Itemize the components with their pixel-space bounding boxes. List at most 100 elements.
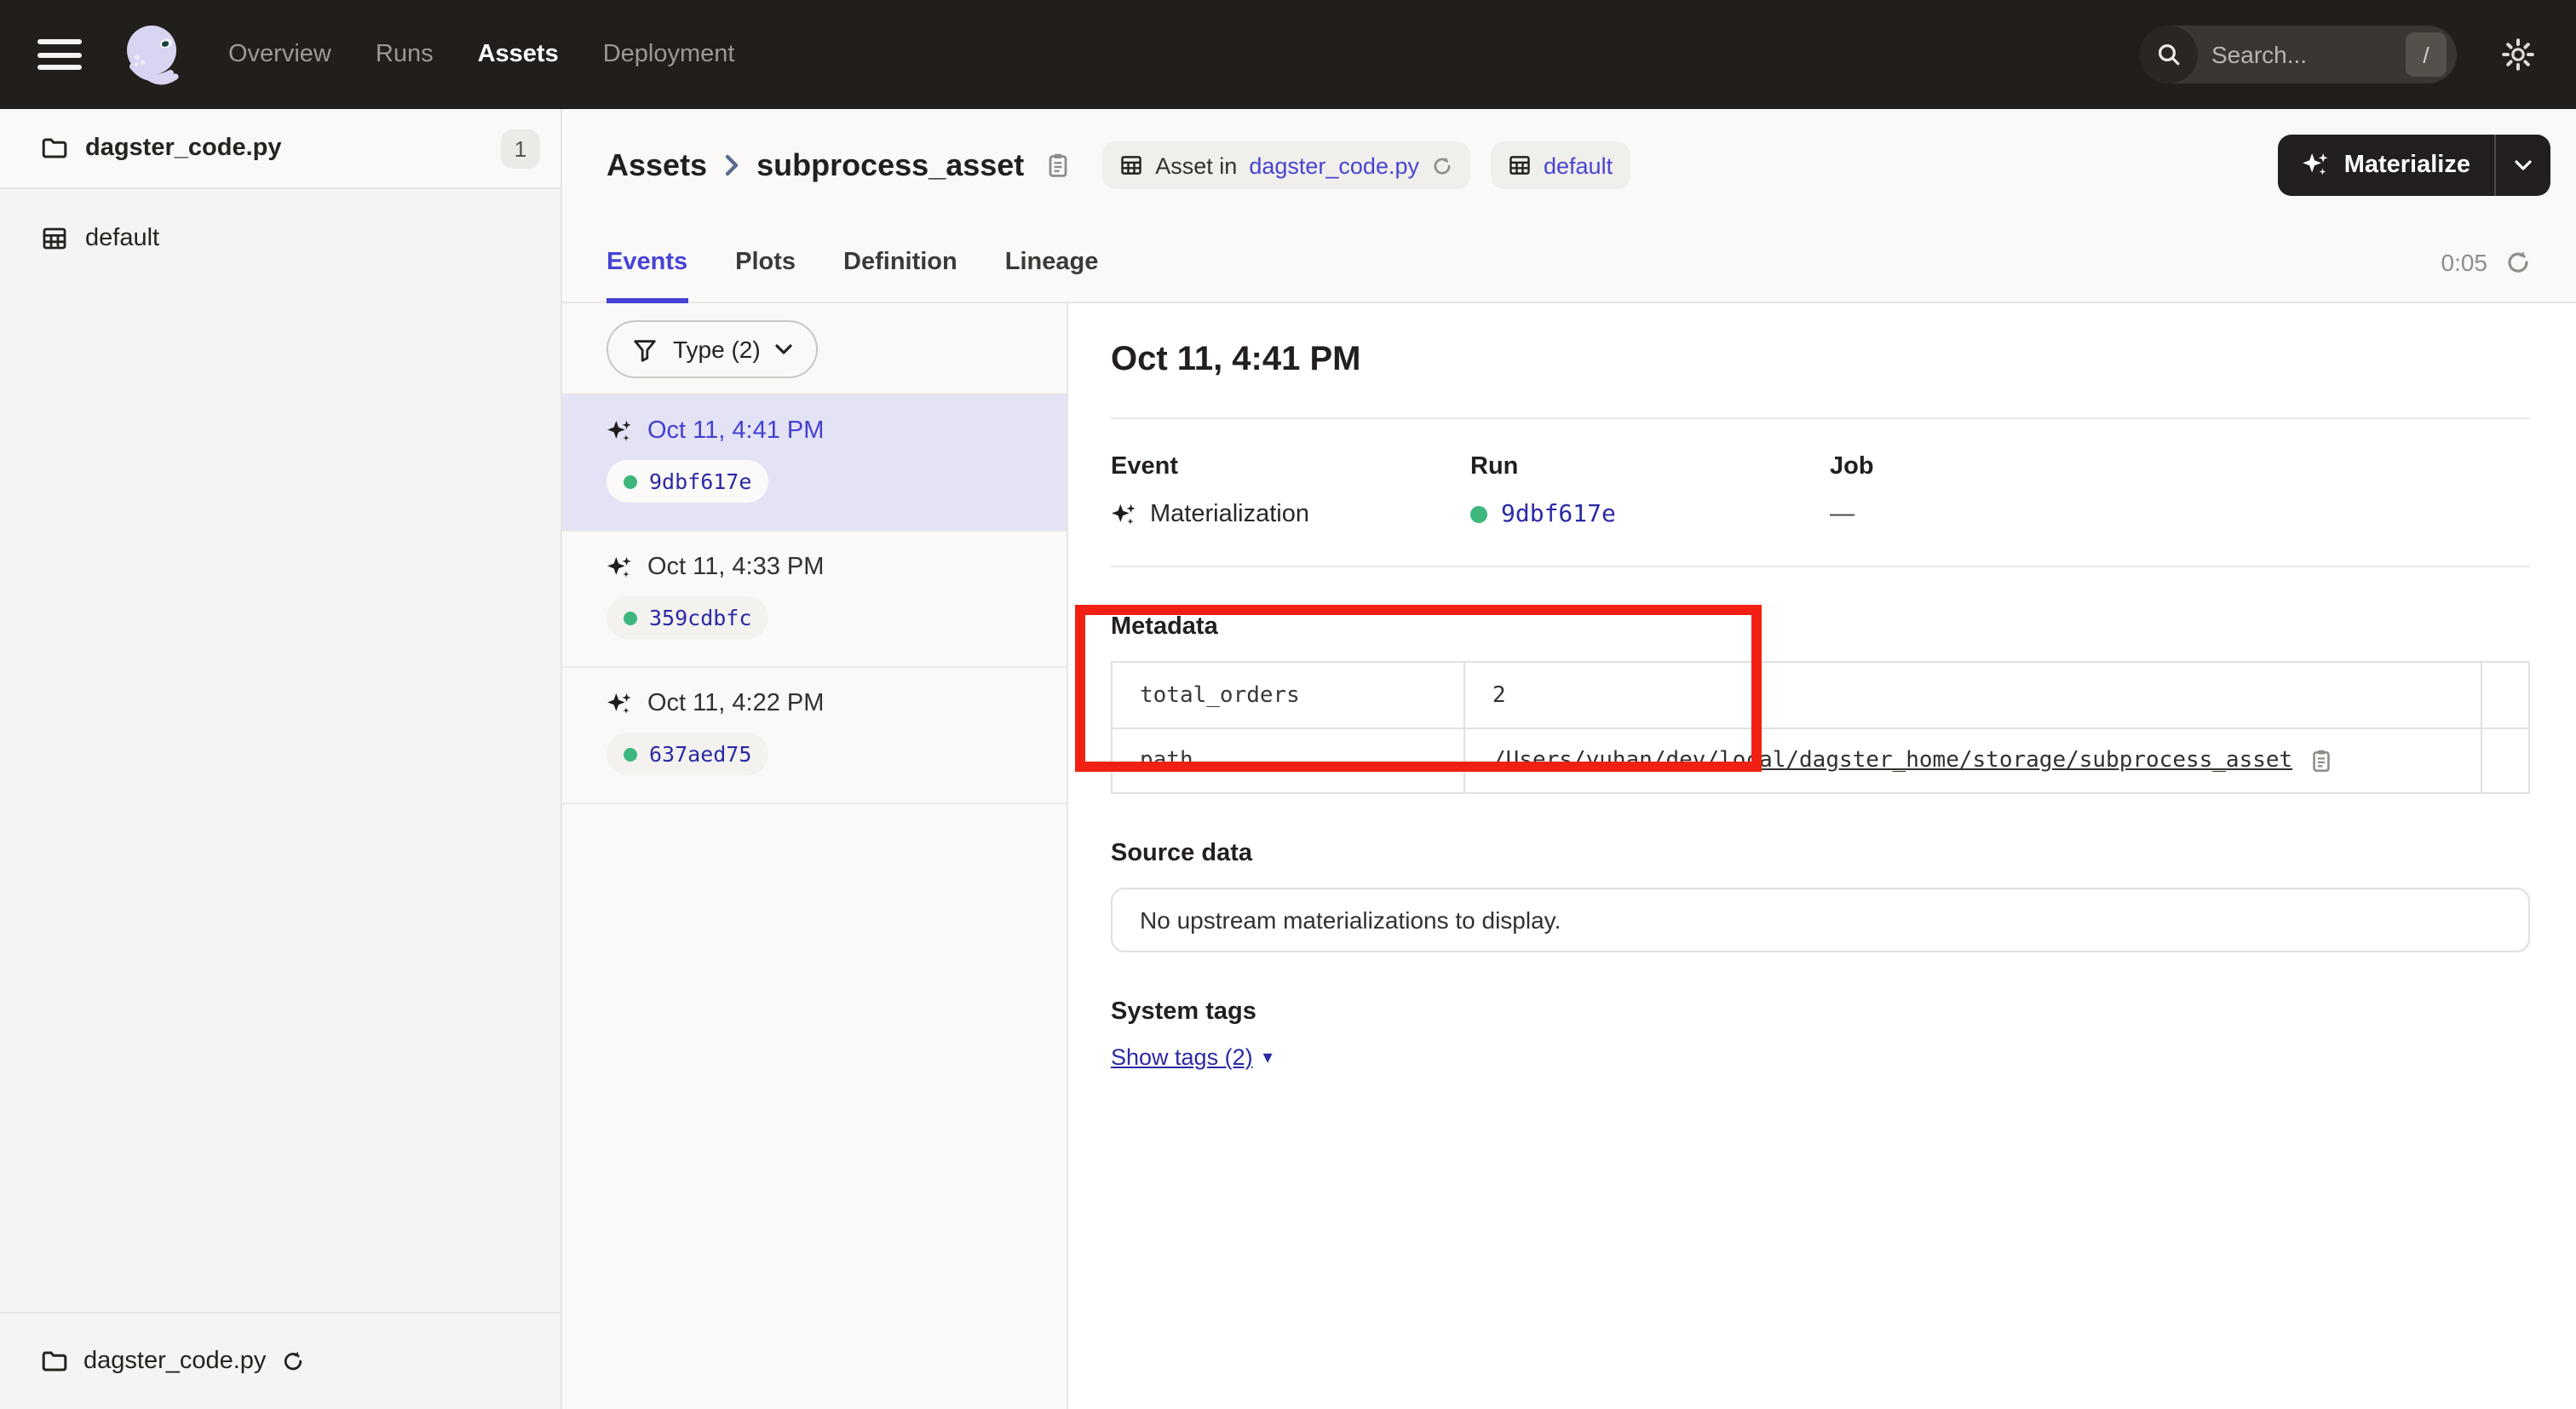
breadcrumb: Assets subprocess_asset <box>607 147 1072 183</box>
metadata-value: 2 <box>1465 663 2481 728</box>
tabs-bar: Events Plots Definition Lineage 0:05 <box>562 221 2576 303</box>
tag-prefix: Asset in <box>1155 152 1237 178</box>
event-detail-panel: Oct 11, 4:41 PM Event Materialization Ru… <box>1068 303 2576 1409</box>
source-data-empty-message: No upstream materializations to display. <box>1140 906 1561 934</box>
sidebar-footer-label: dagster_code.py <box>83 1348 266 1375</box>
run-id-link[interactable]: 9dbf617e <box>649 469 751 494</box>
caret-down-icon <box>2515 160 2532 170</box>
metadata-value: /Users/yuhan/dev/local/dagster_home/stor… <box>1465 729 2481 792</box>
type-filter-button[interactable]: Type (2) <box>607 320 819 378</box>
tab-definition[interactable]: Definition <box>843 221 957 302</box>
metadata-key: total_orders <box>1113 663 1465 728</box>
materialize-label: Materialize <box>2344 152 2470 179</box>
asset-tags: Asset in dagster_code.py default <box>1102 141 1630 189</box>
materialization-sparkle-icon <box>607 555 632 580</box>
chevron-down-icon <box>776 344 793 354</box>
event-row[interactable]: Oct 11, 4:33 PM 359cdbfc <box>562 532 1067 668</box>
sidebar-item-label: dagster_code.py <box>85 135 282 162</box>
event-summary-columns: Event Materialization Run 9dbf617e <box>1111 453 2530 528</box>
sparkle-icon <box>2302 152 2329 179</box>
asset-group-link[interactable]: default <box>1544 152 1613 178</box>
top-nav-right: Search... / <box>2140 26 2535 83</box>
divider <box>1111 566 2530 567</box>
refresh-icon[interactable] <box>2504 248 2532 275</box>
grid-icon <box>1508 153 1532 177</box>
metadata-heading: Metadata <box>1111 613 2530 641</box>
asset-header: Assets subprocess_asset Asset in dagster… <box>562 109 2576 221</box>
events-list: Type (2) Oct 11, 4:41 PM 9dbf617e <box>562 303 1068 1409</box>
materialization-sparkle-icon <box>607 691 632 716</box>
run-id-badge[interactable]: 9dbf617e <box>607 460 768 503</box>
folder-icon <box>41 1348 68 1375</box>
settings-gear-icon[interactable] <box>2501 37 2535 72</box>
show-tags-link[interactable]: Show tags (2) ▾ <box>1111 1044 1273 1070</box>
copy-asset-name-icon[interactable] <box>1044 152 1072 179</box>
breadcrumb-chevron-icon <box>724 153 739 177</box>
code-location-link[interactable]: dagster_code.py <box>1249 152 1419 178</box>
metadata-extra-cell <box>2481 663 2528 728</box>
nav-link-runs[interactable]: Runs <box>376 41 434 68</box>
filter-bar: Type (2) <box>562 303 1067 395</box>
tab-lineage[interactable]: Lineage <box>1005 221 1099 302</box>
run-status-dot <box>624 611 637 624</box>
event-row[interactable]: Oct 11, 4:22 PM 637aed75 <box>562 668 1067 804</box>
system-tags-heading: System tags <box>1111 998 2530 1026</box>
source-data-box: No upstream materializations to display. <box>1111 888 2530 952</box>
sidebar-item-default[interactable]: default <box>0 204 561 273</box>
dagster-logo[interactable] <box>119 20 187 89</box>
nav-link-assets[interactable]: Assets <box>478 41 559 68</box>
item-count-badge: 1 <box>501 129 540 168</box>
run-label: Run <box>1470 453 1830 480</box>
asset-group-tag: default <box>1491 141 1630 189</box>
tab-plots[interactable]: Plots <box>735 221 796 302</box>
event-time-link[interactable]: Oct 11, 4:33 PM <box>647 554 824 581</box>
metadata-extra-cell <box>2481 729 2528 792</box>
sidebar-footer-item[interactable]: dagster_code.py <box>0 1312 561 1409</box>
grid-icon <box>1119 153 1143 177</box>
metadata-key: path <box>1113 729 1465 792</box>
search-shortcut-badge: / <box>2406 32 2447 77</box>
run-id-link[interactable]: 637aed75 <box>649 741 751 767</box>
materialization-sparkle-icon <box>1111 502 1136 527</box>
materialize-caret-button[interactable] <box>2496 135 2550 196</box>
event-time-link[interactable]: Oct 11, 4:22 PM <box>647 690 824 717</box>
job-label: Job <box>1830 453 2189 480</box>
event-row[interactable]: Oct 11, 4:41 PM 9dbf617e <box>562 395 1067 532</box>
search-placeholder: Search... <box>2211 41 2406 68</box>
hamburger-menu-icon[interactable] <box>37 39 82 70</box>
search-input[interactable]: Search... / <box>2140 26 2457 83</box>
primary-nav: Overview Runs Assets Deployment <box>228 41 734 68</box>
run-id-link[interactable]: 359cdbfc <box>649 605 751 630</box>
reload-icon[interactable] <box>1431 154 1453 176</box>
run-status-dot <box>624 747 637 761</box>
path-link[interactable]: /Users/yuhan/dev/local/dagster_home/stor… <box>1492 748 2292 774</box>
materialize-button[interactable]: Materialize <box>2278 135 2494 196</box>
search-icon <box>2140 26 2198 83</box>
materialize-split-button: Materialize <box>2278 135 2550 196</box>
metadata-row: total_orders 2 <box>1113 663 2528 728</box>
nav-link-deployment[interactable]: Deployment <box>603 41 735 68</box>
run-id-badge[interactable]: 637aed75 <box>607 733 768 775</box>
run-id-link[interactable]: 9dbf617e <box>1501 501 1616 528</box>
sidebar-group-label: default <box>85 225 159 252</box>
metadata-row: path /Users/yuhan/dev/local/dagster_home… <box>1113 728 2528 792</box>
event-type-value: Materialization <box>1150 501 1309 528</box>
nav-link-overview[interactable]: Overview <box>228 41 331 68</box>
event-time-link[interactable]: Oct 11, 4:41 PM <box>647 417 824 445</box>
tab-events[interactable]: Events <box>607 221 687 302</box>
show-tags-label: Show tags (2) <box>1111 1044 1253 1070</box>
sidebar: dagster_code.py 1 default dagster_code.p… <box>0 109 562 1409</box>
copy-path-icon[interactable] <box>2308 748 2333 774</box>
run-id-badge[interactable]: 359cdbfc <box>607 596 768 639</box>
run-status-dot <box>1470 506 1487 523</box>
breadcrumb-assets-link[interactable]: Assets <box>607 147 707 183</box>
reload-icon[interactable] <box>281 1349 305 1373</box>
run-column: Run 9dbf617e <box>1470 453 1830 528</box>
sidebar-item-dagster-code[interactable]: dagster_code.py 1 <box>0 109 561 189</box>
asset-group-icon <box>41 225 68 252</box>
folder-icon <box>41 135 68 162</box>
source-data-heading: Source data <box>1111 840 2530 867</box>
divider <box>1111 417 2530 419</box>
job-value: — <box>1830 501 1854 528</box>
code-location-tag: Asset in dagster_code.py <box>1102 141 1470 189</box>
